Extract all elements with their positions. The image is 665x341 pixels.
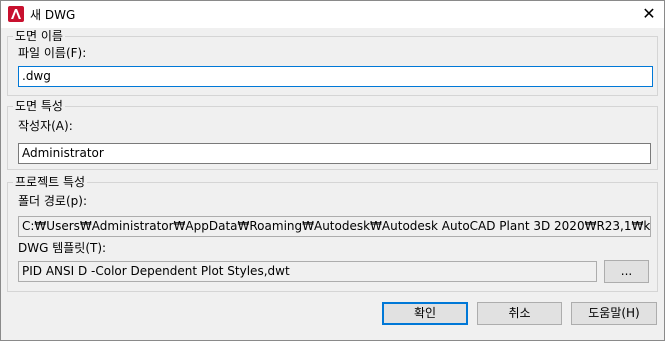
folder-path-label: 폴더 경로(p): [18,194,87,208]
project-properties-group-title: 프로젝트 특성 [13,174,88,190]
help-button[interactable]: 도움말(H) [571,302,657,325]
browse-template-button[interactable]: ... [604,260,649,283]
autocad-logo-icon [8,6,24,22]
close-button[interactable]: ✕ [639,4,659,24]
template-label: DWG 템플릿(T): [18,241,107,255]
ok-button[interactable]: 확인 [382,302,468,325]
close-icon: ✕ [642,4,656,23]
drawing-properties-group-title: 도면 특성 [13,98,65,114]
author-input[interactable]: Administrator [18,143,651,164]
file-name-label: 파일 이름(F): [18,46,87,60]
window-title: 새 DWG [30,8,76,22]
folder-path-input[interactable]: C:₩Users₩Administrator₩AppData₩Roaming₩A… [18,216,651,237]
drawing-name-group-title: 도면 이름 [13,28,65,44]
author-label: 작성자(A): [18,119,73,133]
title-bar: 새 DWG ✕ [0,0,665,28]
template-input[interactable]: PID ANSI D -Color Dependent Plot Styles,… [18,261,597,282]
cancel-button[interactable]: 취소 [477,302,562,325]
file-name-input[interactable]: .dwg [18,66,653,87]
